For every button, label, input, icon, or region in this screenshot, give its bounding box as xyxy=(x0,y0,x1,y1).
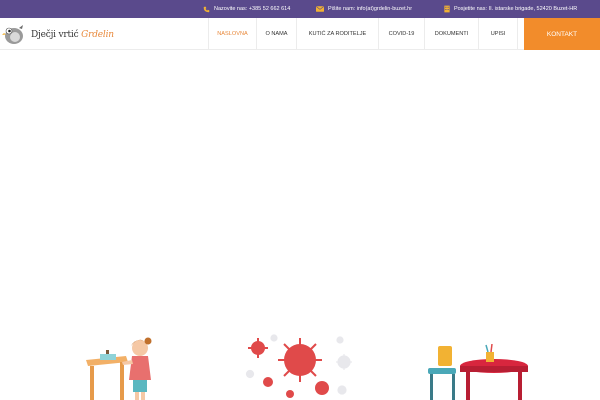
email-contact[interactable]: Pišite nam: info(at)grdelin-buzet.hr xyxy=(316,0,412,18)
contact-button[interactable]: KONTAKT xyxy=(524,18,600,50)
building-icon xyxy=(444,5,450,13)
phone-text: Nazovite nas: +385 52 662 614 xyxy=(214,6,291,12)
kids-table-chair-icon xyxy=(428,344,528,400)
bird-logo-icon xyxy=(2,25,23,44)
nav-item-dokumenti[interactable]: DOKUMENTI xyxy=(424,18,478,50)
main-nav: NASLOVNA O NAMA KUTIĆ ZA RODITELJE COVID… xyxy=(208,18,518,50)
logo-text: Dječji vrtić Grdelin xyxy=(31,30,114,40)
email-text: Pišite nam: info(at)grdelin-buzet.hr xyxy=(328,6,413,12)
phone-contact[interactable]: Nazovite nas: +385 52 662 614 xyxy=(203,0,290,18)
envelope-icon xyxy=(316,6,324,12)
address-text: Posjetite nas: II. istarske brigade, 524… xyxy=(454,6,578,12)
logo-text-accent: Grdelin xyxy=(81,30,114,40)
main-header: Dječji vrtić Grdelin NASLOVNA O NAMA KUT… xyxy=(0,18,600,50)
virus-icon xyxy=(245,334,352,398)
site-logo[interactable]: Dječji vrtić Grdelin xyxy=(2,23,114,47)
logo-text-main: Dječji vrtić xyxy=(31,30,79,40)
address-contact[interactable]: Posjetite nas: II. istarske brigade, 524… xyxy=(444,0,577,18)
nav-item-covid[interactable]: COVID-19 xyxy=(378,18,424,50)
top-info-bar: Nazovite nas: +385 52 662 614 Pišite nam… xyxy=(0,0,600,18)
nav-item-naslovna[interactable]: NASLOVNA xyxy=(208,18,256,50)
nav-item-upisi[interactable]: UPISI xyxy=(478,18,518,50)
nav-item-o-nama[interactable]: O NAMA xyxy=(256,18,296,50)
girl-at-desk-icon xyxy=(86,337,152,400)
phone-icon xyxy=(203,6,210,12)
nav-item-kutic-za-roditelje[interactable]: KUTIĆ ZA RODITELJE xyxy=(296,18,378,50)
